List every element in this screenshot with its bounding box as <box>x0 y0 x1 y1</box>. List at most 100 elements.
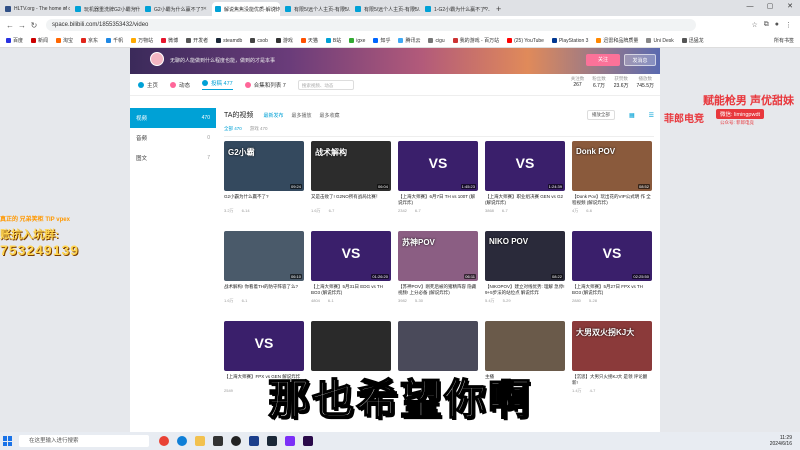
browser-tab[interactable]: 有限5/远个人主页-有限5/... ✕ <box>352 2 420 16</box>
filter-option[interactable]: 全部 470 <box>224 126 242 132</box>
video-card[interactable]: 06:10 战术解构! 你看着TH的防守阵容了么? 1.6万 6-1 <box>224 231 304 313</box>
video-thumbnail[interactable]: VS 02:25:50 <box>572 231 652 281</box>
stat-item[interactable]: 获赞数 23.6万 <box>614 76 629 89</box>
video-title[interactable]: 【Donk Pov】玩出花的VIP公式明 作 全程视频 (解说炸炸) <box>572 194 652 206</box>
browser-tab[interactable]: G2小霸为什么赢不了? ✕ <box>142 2 210 16</box>
bookmark-item[interactable]: Uni Desk <box>646 37 674 44</box>
sort-option[interactable]: 最多播放 <box>291 112 311 119</box>
sort-option[interactable]: 最新发布 <box>263 112 283 119</box>
bookmark-item[interactable]: 万物站 <box>131 37 153 44</box>
video-card[interactable]: 苏神POV 06:11 【苏神POV】刚死后被的猪精阵容 隐藏视频! 上分必备 (解… <box>398 231 478 313</box>
video-title[interactable]: G2小霸为什么赢不了? <box>224 194 304 206</box>
app3-icon[interactable] <box>285 436 295 446</box>
extensions-icon[interactable]: ⧉ <box>764 21 769 29</box>
browser-tab[interactable]: 玩机器重洗牌G2小霸为什么要...✕ <box>72 2 140 16</box>
side-item[interactable]: 音频 0 <box>130 128 216 148</box>
space-tab[interactable]: 主页 <box>138 81 158 89</box>
windows-start-icon[interactable] <box>3 436 13 446</box>
bookmark-item[interactable]: 迅猛龙 <box>681 37 704 44</box>
stat-item[interactable]: 粉丝数 6.7万 <box>592 76 606 89</box>
bookmark-item[interactable]: 微博 <box>161 37 178 44</box>
browser-tab[interactable]: 1-G2小霸为什么赢不了?... ✕ <box>422 2 490 16</box>
space-tab[interactable]: 投稿 477 <box>202 79 233 90</box>
bookmark-item[interactable]: 我的游戏 - 百万站 <box>452 37 499 44</box>
close-window-icon[interactable]: ✕ <box>780 0 800 14</box>
all-bookmarks[interactable]: 所有书签 <box>774 37 800 44</box>
video-title[interactable]: 【NIKOPOV】建立对线优势: 理解 急停! 9+5步法的站位点 解说炸炸 <box>485 284 565 296</box>
folder-icon[interactable] <box>195 436 205 446</box>
steam-icon[interactable] <box>267 436 277 446</box>
minimize-icon[interactable]: — <box>740 0 760 14</box>
new-tab-icon[interactable]: + <box>492 2 505 16</box>
bookmark-item[interactable]: 京东 <box>81 37 98 44</box>
video-title[interactable]: 【上海大师赛】5月27日 FPX vs TH BO3 (解说炸炸) <box>572 284 652 296</box>
bookmark-item[interactable]: B站 <box>325 37 341 44</box>
bookmark-item[interactable]: PlayStation 3 <box>551 37 588 44</box>
bookmark-item[interactable]: 千帆 <box>106 37 123 44</box>
bookmark-item[interactable]: 腾讯云 <box>398 37 420 44</box>
video-title[interactable]: 战术解构! 你看着TH的防守阵容了么? <box>224 284 304 296</box>
maximize-icon[interactable]: ▢ <box>760 0 780 14</box>
video-title[interactable]: 【苏神POV】刚死后被的猪精阵容 隐藏视频! 上分必备 (解说炸炸) <box>398 284 478 296</box>
close-icon[interactable]: ✕ <box>413 6 417 12</box>
bookmark-item[interactable]: 开发者 <box>186 37 208 44</box>
chrome-icon[interactable] <box>159 436 169 446</box>
bookmark-item[interactable]: 百度 <box>6 37 23 44</box>
close-icon[interactable]: ✕ <box>133 6 137 12</box>
video-card[interactable]: VS 02:25:50 【上海大师赛】5月27日 FPX vs TH BO3 (解说… <box>572 231 652 313</box>
video-card[interactable]: VS 1:45:23 【上海大师赛】6月7日 TH vs 100T (解说炸炸) 23… <box>398 141 478 223</box>
video-title[interactable]: 【上海大师赛】5月31日 EDG vs TH BO3 (解说炸炸) <box>311 284 391 296</box>
play-all-button[interactable]: 播放全部 <box>586 110 615 120</box>
video-title[interactable]: 【上海大师赛】6月7日 TH vs 100T (解说炸炸) <box>398 194 478 206</box>
browser-tab[interactable]: 有限5/远个人主页-有限5/... ✕ <box>282 2 350 16</box>
back-icon[interactable]: ← <box>4 21 16 30</box>
sort-option[interactable]: 最多收藏 <box>319 112 339 119</box>
bookmark-item[interactable]: 新闻 <box>31 37 48 44</box>
grid-view-icon[interactable]: ▦ <box>629 112 635 119</box>
video-thumbnail[interactable]: VS <box>224 321 304 371</box>
close-icon[interactable]: ✕ <box>483 6 487 12</box>
video-thumbnail[interactable]: G2小霸 09:24 <box>224 141 304 191</box>
close-icon[interactable]: ✕ <box>203 6 207 12</box>
bookmark-item[interactable]: 淘宝 <box>56 37 73 44</box>
follow-button[interactable]: 关注 <box>586 54 620 66</box>
bookmark-item[interactable]: 知乎 <box>373 37 390 44</box>
avatar[interactable] <box>150 52 164 66</box>
close-icon[interactable]: ✕ <box>343 6 347 12</box>
profile-icon[interactable]: ● <box>775 21 779 29</box>
space-tab[interactable]: 合集和列表 7 <box>244 81 286 89</box>
edge-icon[interactable] <box>177 436 187 446</box>
video-thumbnail[interactable]: VS 1:45:23 <box>398 141 478 191</box>
video-card[interactable]: Donk POV 08:52 【Donk Pov】玩出花的VIP公式明 作 全程视频… <box>572 141 652 223</box>
forward-icon[interactable]: → <box>16 21 28 30</box>
list-view-icon[interactable]: ☰ <box>649 112 654 119</box>
clock[interactable]: 11:29 2024/6/16 <box>770 435 800 447</box>
bookmark-item[interactable]: csob <box>250 37 268 44</box>
menu-icon[interactable]: ⋮ <box>785 21 792 29</box>
bookmark-item[interactable]: 迅雷和品牌质量 <box>596 37 638 44</box>
video-thumbnail[interactable]: VS 01:26:20 <box>311 231 391 281</box>
filter-option[interactable]: 游戏 470 <box>250 126 268 132</box>
browser-tab[interactable]: HLTV.org - The home of co...✕ <box>2 2 70 16</box>
video-thumbnail[interactable]: 06:10 <box>224 231 304 281</box>
close-icon[interactable]: ✕ <box>273 6 277 12</box>
premiere-icon[interactable] <box>303 436 313 446</box>
video-card[interactable]: VS 01:26:20 【上海大师赛】5月31日 EDG vs TH BO3 (解说… <box>311 231 391 313</box>
browser-tab[interactable]: 解说焦焦没能优质-解说炸炸...✕ <box>212 2 280 16</box>
video-card[interactable]: G2小霸 09:24 G2小霸为什么赢不了? 3.2万 6-14 <box>224 141 304 223</box>
bookmark-item[interactable]: (25) YouTube <box>507 37 544 44</box>
video-thumbnail[interactable]: 战术解构 06:04 <box>311 141 391 191</box>
bookmark-item[interactable]: igxe <box>349 37 365 44</box>
video-thumbnail[interactable]: NIKO POV 08:22 <box>485 231 565 281</box>
stat-item[interactable]: 播放数 745.5万 <box>636 76 654 89</box>
bookmark-item[interactable]: 游戏 <box>275 37 293 44</box>
video-title[interactable]: 【上海大师赛】职业组决赛 GEN vs G2 (解说炸炸) <box>485 194 565 206</box>
video-thumbnail[interactable]: Donk POV 08:52 <box>572 141 652 191</box>
video-card[interactable]: NIKO POV 08:22 【NIKOPOV】建立对线优势: 理解 急停! 9+5… <box>485 231 565 313</box>
stat-item[interactable]: 关注数 267 <box>571 76 585 89</box>
app2-icon[interactable] <box>249 436 259 446</box>
reload-icon[interactable]: ↻ <box>28 21 40 30</box>
bookmark-item[interactable]: steamdb <box>216 37 242 44</box>
video-title[interactable]: 又是击败了! G2NO所有战局比赛！ <box>311 194 391 206</box>
bookmark-item[interactable]: 天猫 <box>300 37 318 44</box>
